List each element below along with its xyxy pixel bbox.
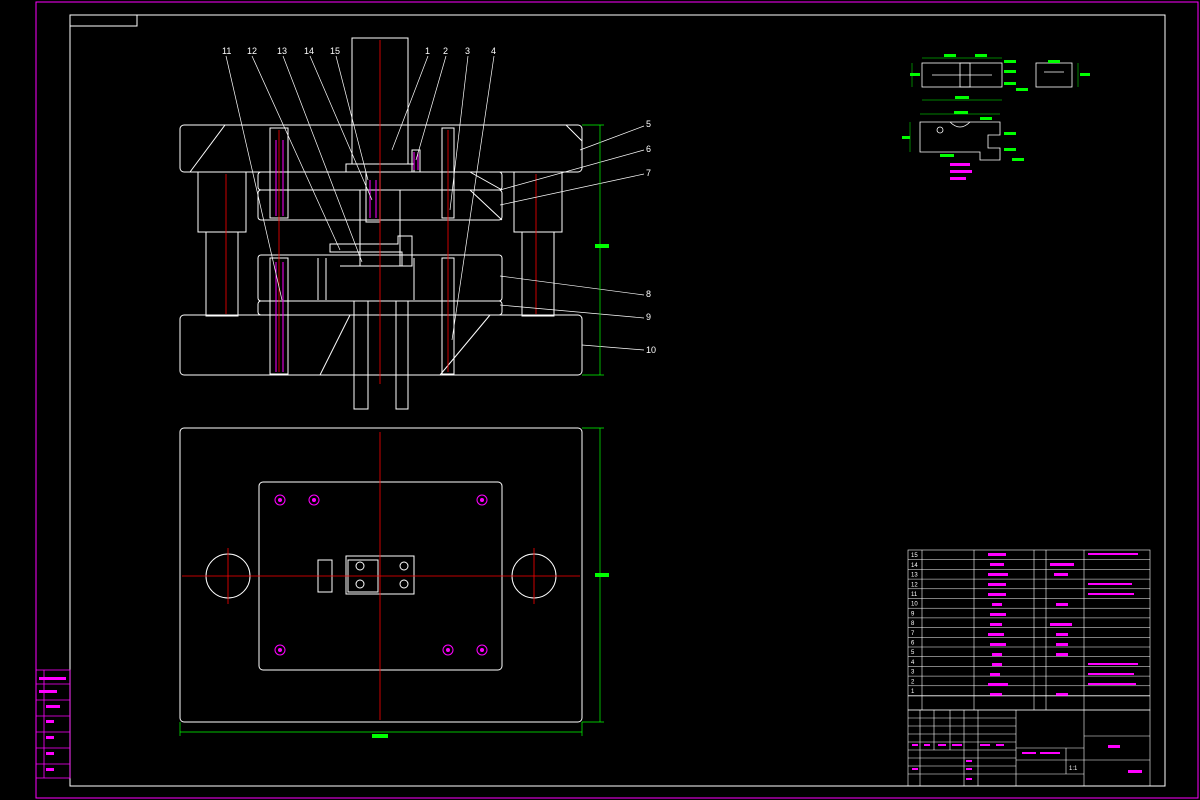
bom-row-number: 3 — [911, 670, 915, 676]
guide-post-right — [521, 231, 555, 317]
callout-3: 3 — [465, 46, 470, 56]
callout-4: 4 — [491, 46, 496, 56]
lower-die-base — [179, 314, 583, 376]
callout-15: 15 — [330, 46, 340, 56]
upper-die-base — [179, 124, 583, 173]
callout-11: 11 — [222, 46, 231, 56]
outer-frame — [35, 1, 1199, 799]
guide-post-left — [205, 231, 239, 317]
plan-width-value — [372, 734, 388, 738]
part-detail — [919, 62, 1073, 161]
plan-dimensions — [179, 427, 604, 736]
guide-bushing-right-upper — [513, 171, 563, 233]
bom-row-number: 15 — [911, 553, 918, 559]
bom-row-lines — [908, 559, 1150, 696]
callout-1: 1 — [425, 46, 430, 56]
cad-drawing-canvas: 11 12 13 14 15 1 2 3 4 5 6 7 8 9 10 1514… — [35, 1, 1199, 799]
right-callouts: 5 6 7 8 9 10 — [646, 119, 656, 355]
callout-13: 13 — [277, 46, 287, 56]
callout-14: 14 — [304, 46, 314, 56]
callout-7: 7 — [646, 168, 651, 178]
pilot-hole-3 — [355, 579, 365, 589]
left-revision-strip — [35, 669, 71, 779]
callout-5: 5 — [646, 119, 651, 129]
bom-row-number: 10 — [911, 602, 918, 608]
pilot-hole-2 — [399, 561, 409, 571]
plan-screws — [274, 494, 488, 656]
bom-row-number: 2 — [911, 679, 915, 685]
part-notes — [950, 163, 972, 180]
leader-lines — [225, 55, 645, 351]
bom-row-number: 12 — [911, 582, 918, 588]
bom-row-number: 14 — [911, 563, 918, 569]
bom-row-number: 13 — [911, 573, 918, 579]
bom-row-number: 5 — [911, 650, 915, 656]
guide-bushing-left-upper — [197, 171, 247, 233]
section-view — [179, 37, 583, 410]
bom-row-numbers: 15 14 13 12 11 10 9 8 7 6 5 4 3 2 1 — [911, 553, 918, 695]
plan-screw-inner — [278, 498, 484, 652]
pilot-hole-1 — [355, 561, 365, 571]
ejector-pin-left — [353, 300, 369, 410]
bom-row-number: 6 — [911, 641, 915, 647]
pilot-hole-4 — [399, 579, 409, 589]
bom-row-number: 9 — [911, 611, 915, 617]
plan-centerlines — [182, 432, 580, 720]
callout-10: 10 — [646, 345, 656, 355]
title-block-text — [912, 744, 1142, 780]
bom-row-number: 7 — [911, 631, 915, 637]
part-detail-dim-values — [902, 54, 1090, 161]
section-height-value — [595, 244, 609, 248]
callout-9: 9 — [646, 312, 651, 322]
bom-row-number: 4 — [911, 660, 915, 666]
screw-top-right — [411, 149, 421, 173]
bom-cell-text — [988, 553, 1138, 696]
section-centerlines — [225, 40, 537, 384]
bom-row-number: 8 — [911, 621, 915, 627]
bom-row-number: 1 — [911, 689, 915, 695]
plan-height-value — [595, 573, 609, 577]
bom-row-number: 11 — [911, 592, 918, 598]
corner-tag-box — [69, 14, 138, 27]
section-height-dimension — [582, 124, 604, 376]
title-block-scale: 1:1 — [1069, 766, 1078, 772]
bolt-threads — [275, 140, 419, 372]
callout-2: 2 — [443, 46, 448, 56]
ejector-pin-right — [395, 300, 409, 410]
top-callouts: 11 12 13 14 15 1 2 3 4 — [222, 46, 496, 56]
left-strip-text — [39, 677, 66, 771]
inner-border — [69, 14, 1166, 787]
callout-12: 12 — [247, 46, 257, 56]
callout-6: 6 — [646, 144, 651, 154]
plan-view — [179, 427, 583, 723]
lower-die-base-plan — [179, 427, 583, 723]
callout-8: 8 — [646, 289, 651, 299]
